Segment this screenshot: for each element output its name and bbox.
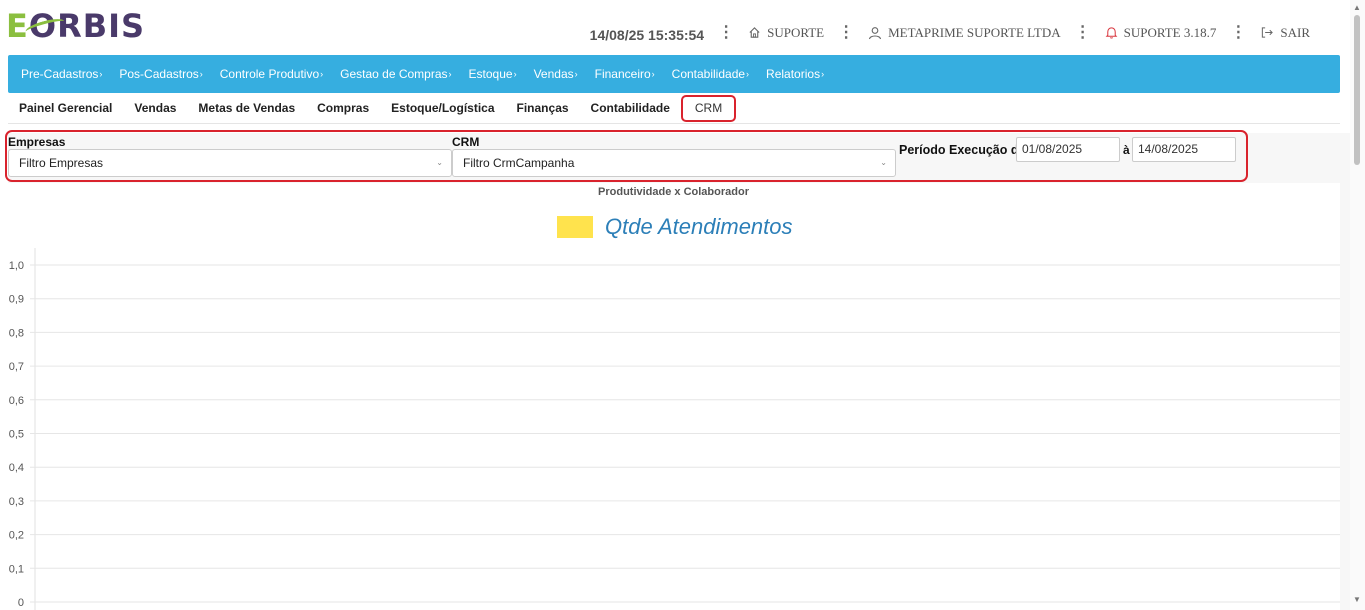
scroll-up-icon[interactable]: ▲ xyxy=(1353,3,1361,12)
y-tick-label: 0,6 xyxy=(9,395,24,407)
y-tick-label: 0,9 xyxy=(9,294,24,306)
y-tick-label: 0,4 xyxy=(9,462,24,474)
y-tick-label: 0,3 xyxy=(9,496,24,508)
scroll-down-icon[interactable]: ▼ xyxy=(1353,595,1361,604)
y-tick-label: 1,0 xyxy=(9,260,24,272)
y-tick-label: 0,5 xyxy=(9,429,24,441)
y-tick-label: 0,8 xyxy=(9,327,24,339)
y-tick-label: 0,7 xyxy=(9,361,24,373)
page-scrollbar[interactable]: ▲ ▼ xyxy=(1350,0,1365,610)
y-tick-label: 0,2 xyxy=(9,530,24,542)
y-tick-label: 0,1 xyxy=(9,563,24,575)
chart-svg: 1,0 0,9 0,8 0,7 0,6 0,5 0,4 0,3 0,2 0,1 0 xyxy=(9,248,1340,610)
y-tick-label: 0 xyxy=(18,597,24,609)
scrollbar-thumb[interactable] xyxy=(1354,15,1360,165)
